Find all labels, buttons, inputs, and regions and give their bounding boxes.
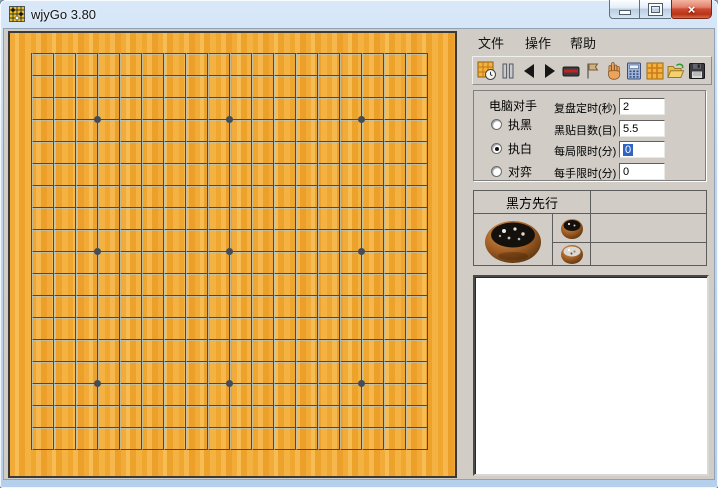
field-label-replay-timer: 复盘定时(秒): [554, 100, 616, 116]
move-time-limit-input[interactable]: 0: [619, 163, 665, 180]
maximize-button[interactable]: [640, 0, 671, 19]
radio-play-white[interactable]: 执白: [491, 141, 532, 155]
star-point: [226, 248, 233, 255]
stop-icon: [561, 61, 581, 81]
new-game-button[interactable]: [477, 60, 497, 82]
star-point: [94, 116, 101, 123]
board-grid: [31, 53, 428, 450]
board-grid-icon: [645, 61, 665, 81]
title-bar[interactable]: wjyGo 3.80 ×: [0, 0, 718, 29]
minimize-icon: [620, 11, 630, 14]
empty-cell: [591, 214, 706, 243]
menu-file[interactable]: 文件: [478, 33, 504, 52]
radio-icon: [491, 143, 502, 154]
hand-button[interactable]: [603, 60, 623, 82]
star-point: [226, 116, 233, 123]
step-forward-icon: [540, 61, 560, 81]
big-bowl-cell: [474, 214, 553, 265]
komi-input[interactable]: 5.5: [619, 120, 665, 137]
calculator-icon: [624, 61, 644, 81]
step-forward-button[interactable]: [540, 60, 560, 82]
app-window: wjyGo 3.80 × 文件 操作 帮: [0, 0, 718, 488]
client-area: 文件 操作 帮助: [4, 29, 714, 479]
save-button[interactable]: [687, 60, 707, 82]
radio-icon: [491, 166, 502, 177]
minimize-button[interactable]: [609, 0, 640, 19]
game-time-limit-input[interactable]: 0: [619, 141, 665, 158]
count-score-button[interactable]: [624, 60, 644, 82]
white-stones-bowl-small-icon: [559, 243, 585, 265]
field-label-komi: 黑贴目数(目): [554, 122, 616, 138]
maximize-icon: [649, 4, 662, 15]
resign-button[interactable]: [582, 60, 602, 82]
star-point: [358, 248, 365, 255]
black-stones-bowl-large-icon: [480, 215, 546, 265]
toolbar: [472, 56, 712, 85]
star-point: [358, 380, 365, 387]
open-folder-icon: [666, 61, 686, 81]
white-bowl-cell: [553, 243, 591, 265]
stop-button[interactable]: [561, 60, 581, 82]
save-floppy-icon: [687, 61, 707, 81]
turn-indicator: 黑方先行: [474, 191, 591, 214]
star-point: [358, 116, 365, 123]
radio-match[interactable]: 对弈: [491, 164, 532, 178]
open-file-button[interactable]: [666, 60, 686, 82]
hand-icon: [603, 61, 623, 81]
black-bowl-cell: [553, 214, 591, 243]
header-empty-cell: [591, 191, 706, 214]
field-label-move-time: 每手限时(分): [554, 165, 616, 181]
close-icon: ×: [688, 1, 696, 18]
pause-button[interactable]: [498, 60, 518, 82]
step-back-button[interactable]: [519, 60, 539, 82]
app-icon: [9, 6, 25, 22]
status-table: 黑方先行: [473, 190, 707, 266]
window-controls: ×: [609, 0, 712, 19]
menu-help[interactable]: 帮助: [570, 33, 596, 52]
window-title: wjyGo 3.80: [31, 7, 96, 22]
empty-cell: [591, 243, 706, 265]
step-back-icon: [519, 61, 539, 81]
star-point: [94, 380, 101, 387]
computer-opponent-groupbox: 电脑对手 执黑 执白 对弈 复盘定时(秒) 2 黑贴目数(目) 5.5 每局限时…: [473, 90, 706, 181]
new-board-button[interactable]: [645, 60, 665, 82]
star-point: [94, 248, 101, 255]
flag-icon: [582, 61, 602, 81]
radio-play-black[interactable]: 执黑: [491, 117, 532, 131]
close-button[interactable]: ×: [671, 0, 712, 19]
star-point: [226, 380, 233, 387]
pause-icon: [498, 61, 518, 81]
radio-icon: [491, 119, 502, 130]
black-stones-bowl-small-icon: [559, 216, 585, 241]
replay-timer-input[interactable]: 2: [619, 98, 665, 115]
field-label-game-time: 每局限时(分): [554, 143, 616, 159]
board-clock-icon: [477, 61, 497, 81]
groupbox-title: 电脑对手: [489, 97, 537, 114]
menu-operation[interactable]: 操作: [525, 33, 551, 52]
go-board[interactable]: [8, 31, 457, 478]
move-list[interactable]: [473, 275, 709, 476]
